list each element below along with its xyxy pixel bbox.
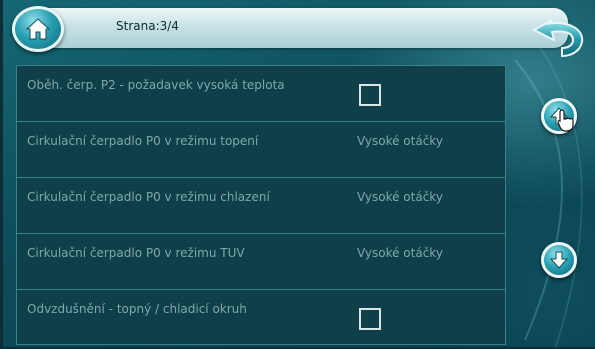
row-label: Oběh. čerp. P2 - požadavek vysoká teplot…	[27, 78, 285, 92]
page-title: Strana:3/4	[116, 19, 179, 33]
table-row[interactable]: Cirkulační čerpadlo P0 v režimu TUV Vyso…	[17, 234, 505, 290]
table-row[interactable]: Oběh. čerp. P2 - požadavek vysoká teplot…	[17, 66, 505, 122]
row-value[interactable]: Vysoké otáčky	[357, 134, 443, 148]
settings-table: Oběh. čerp. P2 - požadavek vysoká teplot…	[16, 65, 506, 345]
checkbox[interactable]	[359, 84, 381, 106]
row-label: Cirkulační čerpadlo P0 v režimu topení	[27, 134, 259, 148]
row-label: Cirkulační čerpadlo P0 v režimu TUV	[27, 246, 245, 260]
background-swoosh	[514, 40, 583, 349]
home-icon	[25, 18, 51, 40]
row-value[interactable]: Vysoké otáčky	[357, 190, 443, 204]
back-arrow-icon	[531, 19, 584, 58]
row-label: Cirkulační čerpadlo P0 v režimu chlazení	[27, 190, 270, 204]
checkbox[interactable]	[359, 308, 381, 330]
table-row[interactable]: Odvzdušnění - topný / chladicí okruh	[17, 290, 505, 346]
back-button[interactable]	[526, 18, 588, 58]
scroll-down-button[interactable]	[541, 242, 577, 278]
header: Strana:3/4	[8, 2, 568, 58]
cursor-pointer-icon	[557, 109, 574, 132]
row-label: Odvzdušnění - topný / chladicí okruh	[27, 302, 247, 316]
row-value[interactable]: Vysoké otáčky	[357, 246, 443, 260]
arrow-down-icon	[549, 251, 569, 269]
table-row[interactable]: Cirkulační čerpadlo P0 v režimu chlazení…	[17, 178, 505, 234]
table-row[interactable]: Cirkulační čerpadlo P0 v režimu topení V…	[17, 122, 505, 178]
screen: Strana:3/4 Oběh. čerp. P2 - požadavek vy…	[0, 0, 595, 349]
home-button[interactable]	[12, 6, 64, 52]
